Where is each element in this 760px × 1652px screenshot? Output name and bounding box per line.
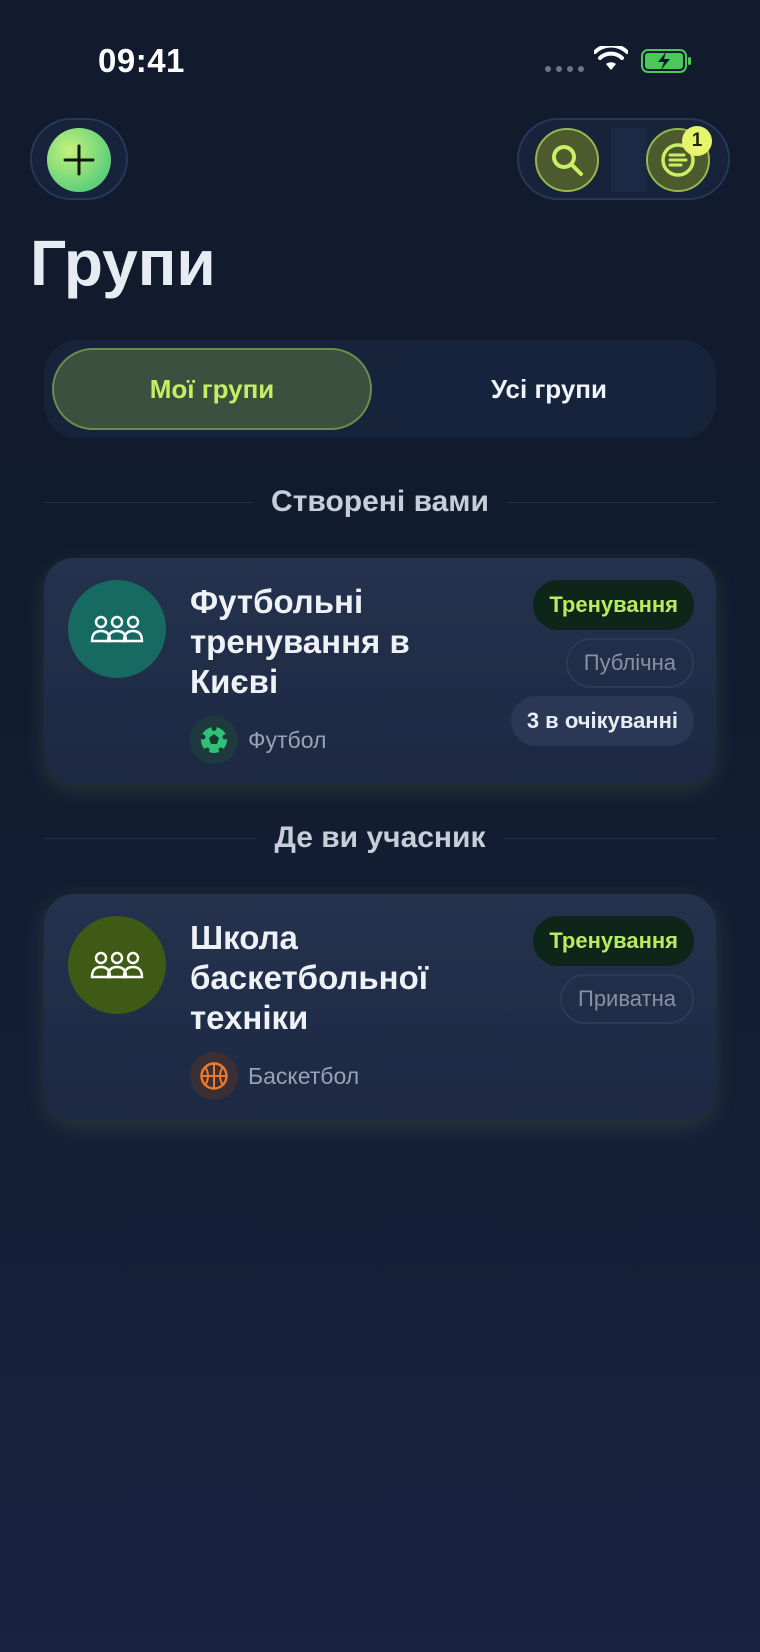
- signal-icon: [545, 66, 584, 72]
- status-time: 09:41: [98, 42, 185, 79]
- group-tags: Тренування Публічна 3 в очікуванні: [510, 580, 694, 746]
- privacy-badge: Публічна: [565, 638, 694, 688]
- group-avatar: [68, 916, 166, 1014]
- group-sport: Футбол: [190, 716, 326, 764]
- type-badge: Тренування: [533, 580, 694, 630]
- group-card[interactable]: Футбольні тренування в Києві Футбол Трен…: [44, 558, 716, 784]
- header-actions: 1: [517, 118, 730, 200]
- basketball-icon: [190, 1052, 238, 1100]
- status-bar: 09:41: [0, 0, 760, 120]
- group-icon: [90, 951, 144, 979]
- group-card[interactable]: Школа баскетбольної техніки Баскетбол Тр…: [44, 894, 716, 1120]
- pending-badge[interactable]: 3 в очікуванні: [510, 696, 694, 746]
- requests-button[interactable]: 1: [646, 126, 712, 192]
- soccer-ball-icon: [190, 716, 238, 764]
- section-heading: Створені вами: [271, 485, 489, 518]
- section-created-by-you: Створені вами: [44, 482, 716, 522]
- search-icon: [552, 145, 583, 176]
- battery-icon: [641, 49, 691, 73]
- sport-label: Футбол: [248, 726, 327, 753]
- plus-icon: [63, 144, 95, 176]
- section-member-of: Де ви учасник: [44, 818, 716, 858]
- type-badge: Тренування: [533, 916, 694, 966]
- notification-badge: 1: [682, 126, 712, 156]
- group-title: Футбольні тренування в Києві: [190, 583, 410, 700]
- add-button-container: [30, 118, 128, 200]
- group-title: Школа баскетбольної техніки: [190, 919, 429, 1036]
- group-icon: [90, 615, 144, 643]
- page-title: Групи: [30, 227, 216, 299]
- group-tags: Тренування Приватна: [533, 916, 694, 1024]
- group-sport: Баскетбол: [190, 1052, 359, 1100]
- group-avatar: [68, 580, 166, 678]
- add-group-button[interactable]: [47, 128, 111, 192]
- sport-label: Баскетбол: [248, 1062, 360, 1089]
- section-heading: Де ви учасник: [274, 821, 486, 854]
- search-button[interactable]: [535, 128, 599, 192]
- wifi-icon: [594, 46, 628, 70]
- privacy-badge: Приватна: [560, 974, 694, 1024]
- groups-tabs: Мої групи Усі групи: [44, 340, 716, 438]
- tab-my-groups[interactable]: Мої групи: [52, 348, 372, 430]
- actions-divider: [611, 128, 647, 192]
- tab-all-groups[interactable]: Усі групи: [390, 348, 708, 430]
